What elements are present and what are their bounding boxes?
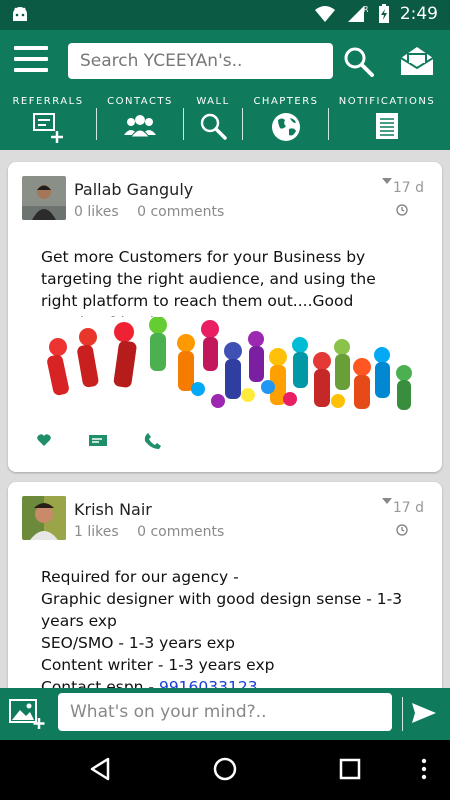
svg-text:R: R: [363, 5, 368, 14]
back-button[interactable]: [88, 756, 112, 782]
status-input[interactable]: What's on your mind?..: [58, 693, 392, 731]
tab-chapters[interactable]: CHAPTERS: [246, 90, 326, 150]
post-author[interactable]: Pallab Ganguly: [74, 180, 193, 199]
phone-icon[interactable]: [144, 432, 162, 450]
recents-button[interactable]: [338, 756, 362, 782]
post-options-icon[interactable]: [382, 178, 392, 184]
post-options-icon[interactable]: [382, 498, 392, 504]
tab-wall-label: WALL: [196, 96, 230, 107]
home-button[interactable]: [212, 756, 238, 782]
battery-icon: [378, 4, 389, 23]
tab-notifications[interactable]: NOTIFICATIONS: [330, 90, 444, 150]
avatar[interactable]: [22, 496, 66, 540]
tab-notifications-label: NOTIFICATIONS: [338, 96, 436, 107]
post-age: 17 d: [392, 180, 424, 196]
app-header: Search YCEEYAn's..: [0, 30, 450, 90]
contact-label: Contact espn -: [41, 678, 159, 688]
tab-referrals-label: REFERRALS: [12, 96, 84, 107]
globe-icon: [272, 113, 300, 141]
post-author[interactable]: Krish Nair: [74, 500, 152, 519]
system-navigation-bar: [0, 740, 450, 800]
comment-icon[interactable]: [88, 432, 108, 448]
likes-count[interactable]: 1 likes: [74, 524, 119, 540]
comments-count[interactable]: 0 comments: [137, 524, 224, 540]
post-actions: [36, 432, 162, 450]
tab-referrals[interactable]: REFERRALS: [6, 90, 90, 150]
tab-chapters-label: CHAPTERS: [253, 96, 319, 107]
comments-count[interactable]: 0 comments: [137, 204, 224, 220]
clock-time: 2:49: [399, 4, 438, 24]
post-meta: 1 likes 0 comments: [74, 524, 238, 540]
contacts-icon: [124, 115, 156, 138]
tab-contacts[interactable]: CONTACTS: [100, 90, 180, 150]
tab-contacts-label: CONTACTS: [107, 96, 173, 107]
post-line: SEO/SMO - 1-3 years exp: [41, 634, 236, 652]
post-line: Content writer - 1-3 years exp: [41, 656, 275, 674]
inbox-icon[interactable]: [398, 44, 436, 78]
post-line-contact: Contact espn - 9916033123: [41, 676, 411, 688]
android-icon: [13, 7, 27, 21]
post-card: Krish Nair 1 likes 0 comments 17 d Requi…: [8, 482, 442, 688]
contact-phone-link[interactable]: 9916033123: [159, 678, 258, 688]
post-line: Graphic designer with good design sense …: [41, 590, 403, 630]
post-age: 17 d: [392, 500, 424, 516]
add-image-button[interactable]: [8, 698, 46, 730]
post-image[interactable]: [38, 317, 416, 412]
post-composer: What's on your mind?..: [0, 688, 450, 740]
wifi-icon: [314, 6, 335, 22]
menu-icon: [14, 46, 48, 50]
clock-icon: [396, 524, 408, 536]
post-line: Required for our agency -: [41, 568, 239, 586]
add-referral-icon: [33, 113, 63, 143]
send-button[interactable]: [410, 701, 438, 725]
likes-count[interactable]: 0 likes: [74, 204, 119, 220]
status-bar: R 2:49: [0, 0, 450, 30]
search-button[interactable]: [343, 46, 375, 78]
post-card: Pallab Ganguly 0 likes 0 comments 17 d G…: [8, 162, 442, 472]
post-text: Required for our agency - Graphic design…: [41, 566, 411, 688]
search-input[interactable]: Search YCEEYAn's..: [68, 43, 333, 79]
menu-button[interactable]: [14, 46, 48, 76]
overflow-menu-icon[interactable]: [418, 756, 430, 782]
like-heart-icon[interactable]: [36, 432, 52, 448]
avatar[interactable]: [22, 176, 66, 220]
wall-feed[interactable]: Pallab Ganguly 0 likes 0 comments 17 d G…: [0, 150, 450, 688]
post-meta: 0 likes 0 comments: [74, 204, 238, 220]
notifications-list-icon: [376, 113, 398, 139]
main-nav: REFERRALS CONTACTS WALL CHAPTERS NOTIFIC…: [0, 90, 450, 150]
signal-icon: R: [347, 5, 368, 22]
wall-search-icon: [200, 113, 227, 140]
tab-wall[interactable]: WALL: [186, 90, 240, 150]
clock-icon: [396, 204, 408, 216]
